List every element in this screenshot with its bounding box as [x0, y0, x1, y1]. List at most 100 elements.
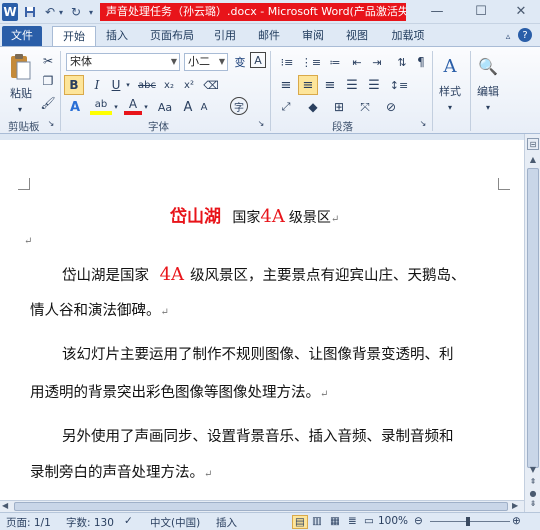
enclose-characters-icon[interactable]: 字 — [230, 97, 248, 115]
tab-page-layout[interactable]: 页面布局 — [146, 26, 198, 46]
styles-dropdown-icon[interactable]: ▾ — [444, 97, 456, 117]
print-layout-icon[interactable]: ▤ — [292, 515, 308, 529]
decrease-indent-icon[interactable]: ⇤ — [348, 52, 366, 72]
prev-page-icon[interactable]: ⇞ — [527, 476, 539, 488]
grow-font-icon[interactable]: A — [180, 97, 196, 117]
subscript-button[interactable]: x₂ — [160, 75, 178, 95]
strikethrough-button[interactable]: abc — [136, 75, 158, 95]
word-count[interactable]: 字数: 130 — [66, 515, 114, 530]
redo-icon[interactable]: ↻ — [68, 3, 84, 21]
highlight-dropdown-icon[interactable]: ▾ — [112, 97, 120, 117]
tab-insert[interactable]: 插入 — [100, 26, 134, 46]
increase-indent-icon[interactable]: ⇥ — [368, 52, 386, 72]
shrink-font-icon[interactable]: A — [196, 97, 212, 117]
scroll-thumb[interactable] — [527, 168, 539, 468]
paragraph-launcher-icon[interactable]: ↘ — [418, 117, 428, 129]
tab-mailings[interactable]: 邮件 — [252, 26, 286, 46]
full-screen-reading-icon[interactable]: ▥ — [312, 515, 322, 527]
heading-grade: 4A — [260, 206, 285, 227]
align-left-icon[interactable]: ≡ — [276, 75, 296, 95]
minimize-ribbon-icon[interactable]: ▵ — [500, 28, 516, 46]
vertical-scrollbar[interactable]: ⊟ ▲ ▼ ⇞ ● ⇟ — [524, 134, 540, 512]
font-size-value: 小二 — [188, 55, 210, 68]
tab-view[interactable]: 视图 — [340, 26, 374, 46]
editing-dropdown-icon[interactable]: ▾ — [482, 97, 494, 117]
tab-addins[interactable]: 加载项 — [384, 26, 432, 46]
save-icon[interactable] — [22, 3, 38, 21]
asian-typography-icon[interactable]: ⊘ — [380, 97, 402, 117]
bold-button[interactable]: B — [64, 75, 84, 95]
zoom-slider[interactable] — [430, 521, 510, 522]
font-launcher-icon[interactable]: ↘ — [256, 117, 266, 129]
justify-icon[interactable]: ☰ — [342, 75, 362, 95]
hscroll-thumb[interactable] — [14, 502, 508, 511]
zoom-out-icon[interactable]: ⊖ — [414, 515, 423, 527]
scroll-right-icon[interactable]: ▶ — [512, 501, 518, 510]
font-size-combo[interactable]: 小二 ▼ — [184, 53, 228, 71]
clear-format-icon[interactable]: ⌫ — [202, 75, 220, 95]
next-page-icon[interactable]: ⇟ — [527, 498, 539, 510]
customize-toolbar-icon[interactable]: ▾ — [86, 3, 96, 21]
font-color-dropdown-icon[interactable]: ▾ — [142, 97, 150, 117]
highlight-color-icon[interactable]: ab — [90, 97, 112, 115]
underline-dropdown-icon[interactable]: ▾ — [124, 75, 132, 95]
close-button[interactable]: ✕ — [504, 1, 538, 21]
zoom-in-icon[interactable]: ⊕ — [512, 515, 521, 527]
scroll-left-icon[interactable]: ◀ — [2, 501, 8, 510]
shading-icon[interactable]: ◆ — [302, 97, 324, 117]
format-painter-icon[interactable]: 🖌 — [40, 93, 56, 113]
multilevel-list-icon[interactable]: ≔ — [324, 52, 346, 72]
styles-icon[interactable]: A — [438, 53, 462, 79]
sort-icon[interactable]: ⇅ — [392, 52, 412, 72]
minimize-button[interactable]: — — [420, 1, 454, 21]
help-icon[interactable]: ? — [518, 28, 532, 42]
align-center-icon[interactable]: ≡ — [298, 75, 318, 95]
clipboard-launcher-icon[interactable]: ↘ — [46, 117, 56, 129]
document-page[interactable]: 岱山湖 国家4A 级景区↵ ↵ 岱山湖是国家 4A 级风景区，主要景点有迎宾山庄、天… — [0, 140, 524, 500]
pinyin-guide-icon[interactable]: 变 — [232, 52, 248, 72]
line-spacing-icon[interactable]: ↕≡ — [388, 75, 410, 95]
change-case-icon[interactable]: Aa — [154, 97, 176, 117]
borders-icon[interactable]: ⊞ — [328, 97, 350, 117]
font-name-combo[interactable]: 宋体 ▼ — [66, 53, 180, 71]
character-border-icon[interactable]: A — [250, 52, 266, 68]
zoom-level[interactable]: 100% — [378, 515, 408, 527]
tab-home[interactable]: 开始 — [52, 26, 96, 46]
page-count[interactable]: 页面: 1/1 — [6, 515, 51, 530]
zoom-slider-thumb[interactable] — [466, 517, 470, 526]
tab-review[interactable]: 审阅 — [296, 26, 330, 46]
numbering-icon[interactable]: ⋮≡ — [300, 52, 322, 72]
language[interactable]: 中文(中国) — [150, 515, 200, 530]
text-direction-icon[interactable]: ⤧ — [354, 97, 376, 117]
tab-file[interactable]: 文件 — [2, 26, 42, 46]
scroll-up-icon[interactable]: ▲ — [527, 154, 539, 166]
word-app-icon[interactable]: W — [2, 3, 18, 21]
bullets-icon[interactable]: ⁝≡ — [276, 52, 298, 72]
outline-icon[interactable]: ≣ — [348, 515, 357, 527]
tab-references[interactable]: 引用 — [208, 26, 242, 46]
font-color-icon[interactable]: A — [124, 97, 142, 115]
paragraph-mark: ↵ — [320, 389, 329, 400]
italic-button[interactable]: I — [88, 75, 106, 95]
ruler-toggle-icon[interactable]: ⊟ — [527, 138, 539, 150]
paste-icon[interactable] — [6, 51, 34, 83]
draft-icon[interactable]: ▭ — [364, 515, 374, 527]
scroll-down-icon[interactable]: ▼ — [527, 464, 539, 476]
paste-dropdown-icon[interactable]: ▾ — [14, 99, 26, 119]
superscript-button[interactable]: x² — [180, 75, 198, 95]
copy-icon[interactable]: ❐ — [40, 71, 56, 91]
align-right-icon[interactable]: ≡ — [320, 75, 340, 95]
find-icon[interactable]: 🔍 — [476, 53, 500, 79]
chinese-layout-icon[interactable]: ⤢ — [276, 97, 296, 117]
web-layout-icon[interactable]: ▦ — [330, 515, 340, 527]
undo-dropdown-icon[interactable]: ▾ — [56, 3, 66, 21]
maximize-button[interactable]: ☐ — [464, 1, 498, 21]
distributed-icon[interactable]: ☰ — [364, 75, 384, 95]
proofing-icon[interactable]: ✓ — [124, 515, 133, 527]
text-effects-icon[interactable]: A — [66, 97, 84, 117]
show-marks-icon[interactable]: ¶ — [412, 52, 430, 72]
horizontal-scrollbar[interactable]: ◀ ▶ — [0, 500, 524, 512]
cut-icon[interactable]: ✂ — [40, 51, 56, 71]
insert-mode[interactable]: 插入 — [216, 515, 237, 530]
underline-button[interactable]: U — [108, 75, 124, 95]
